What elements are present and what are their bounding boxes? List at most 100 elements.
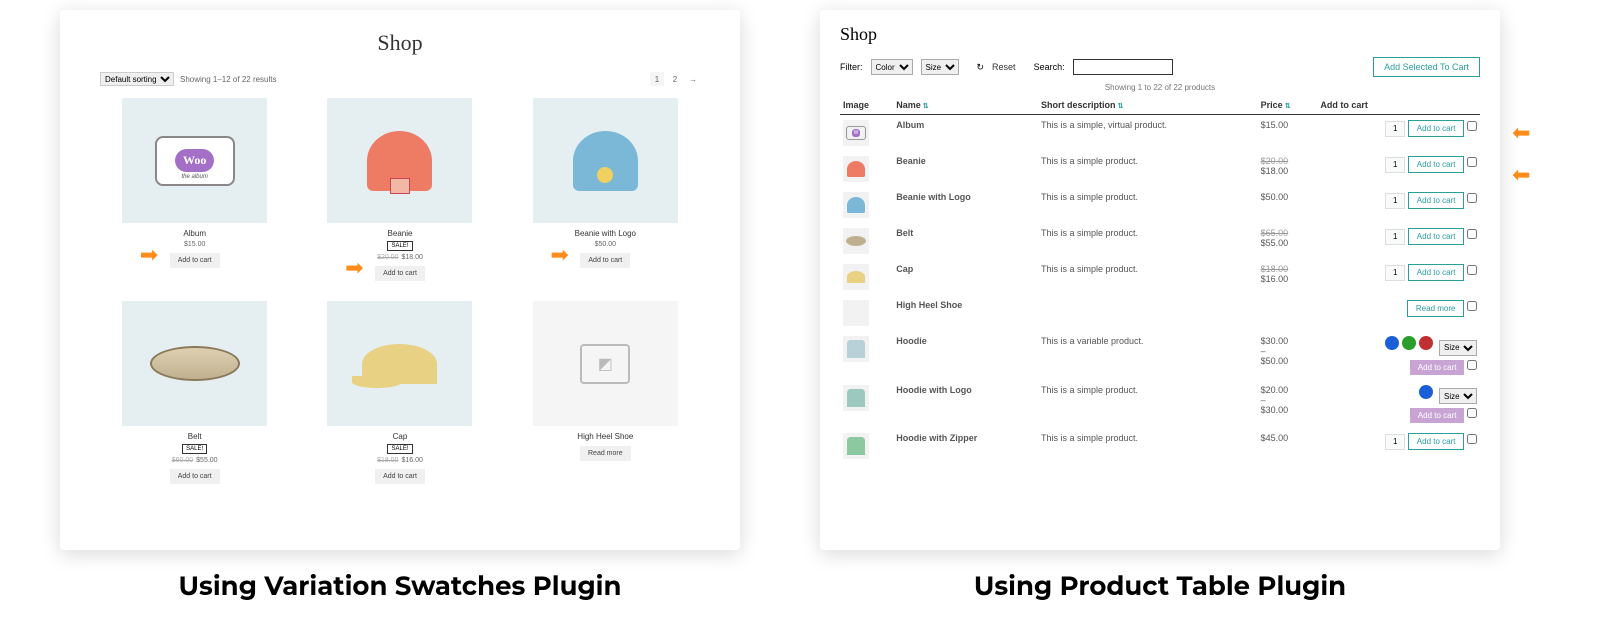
product-name: Beanie with Logo [575, 229, 636, 238]
reset-link[interactable]: Reset [992, 62, 1016, 72]
add-to-cart-button[interactable]: Add to cart [375, 469, 425, 484]
thumb-icon [843, 228, 869, 254]
sort-select[interactable]: Default sorting [100, 72, 174, 86]
product-card: Woothe album Album $15.00 ➡ Add to cart [100, 98, 289, 281]
product-price: $50.00 [595, 241, 616, 248]
add-to-cart-button[interactable]: Add to cart [1410, 360, 1465, 375]
table-row: BeanieThis is a simple product.$20.00$18… [840, 151, 1480, 187]
row-price: $18.00$16.00 [1258, 259, 1318, 295]
read-more-button[interactable]: Read more [580, 446, 631, 461]
add-to-cart-button[interactable]: Add to cart [375, 266, 425, 281]
product-card: Beanie with Logo $50.00 ➡ Add to cart [511, 98, 700, 281]
product-thumb[interactable] [533, 98, 678, 223]
add-to-cart-button[interactable]: Add to cart [1408, 156, 1465, 173]
row-actions: Size Add to cart [1317, 380, 1480, 429]
thumb-icon: W [843, 120, 869, 146]
row-price: $45.00 [1258, 428, 1318, 464]
row-actions: Add to cart [1317, 115, 1480, 152]
product-card: Belt SALE! $60.00$55.00 Add to cart [100, 301, 289, 484]
product-name: Album [183, 229, 206, 238]
product-thumb[interactable]: Woothe album [122, 98, 267, 223]
search-input[interactable] [1073, 59, 1173, 75]
add-to-cart-button[interactable]: Add to cart [170, 469, 220, 484]
product-thumb[interactable] [327, 301, 472, 426]
page-2[interactable]: 2 [668, 72, 682, 86]
row-actions: Add to cart [1317, 151, 1480, 187]
add-selected-button[interactable]: Add Selected To Cart [1373, 57, 1480, 77]
col-desc[interactable]: Short description⇅ [1038, 96, 1258, 115]
size-variant-select[interactable]: Size [1439, 340, 1477, 356]
add-to-cart-button[interactable]: Add to cart [580, 253, 630, 268]
caption-right: Using Product Table Plugin [820, 570, 1500, 602]
product-thumb[interactable] [122, 301, 267, 426]
row-actions: Size Add to cart [1317, 331, 1480, 380]
product-thumb[interactable] [327, 98, 472, 223]
row-name: Cap [893, 259, 1038, 295]
showing-text: Showing 1 to 22 of 22 products [840, 83, 1480, 92]
table-row: High Heel ShoeRead more [840, 295, 1480, 331]
size-select[interactable]: Size [921, 59, 959, 75]
swatch-blue[interactable] [1419, 385, 1433, 399]
qty-input[interactable] [1385, 265, 1405, 281]
table-row: Hoodie with LogoThis is a simple product… [840, 380, 1480, 429]
thumb-icon [843, 156, 869, 182]
color-select[interactable]: Color [871, 59, 913, 75]
row-name: Beanie with Logo [893, 187, 1038, 223]
row-checkbox[interactable] [1467, 157, 1477, 167]
row-desc [1038, 295, 1258, 331]
col-name[interactable]: Name⇅ [893, 96, 1038, 115]
table-row: BeltThis is a simple product.$65.00$55.0… [840, 223, 1480, 259]
table-row: WAlbumThis is a simple, virtual product.… [840, 115, 1480, 152]
row-actions: Add to cart [1317, 259, 1480, 295]
thumb-icon [843, 433, 869, 459]
arrow-icon: ➡ [345, 255, 363, 281]
sale-badge: SALE! [182, 444, 207, 454]
add-to-cart-button[interactable]: Add to cart [1408, 120, 1465, 137]
filter-label: Filter: [840, 62, 863, 72]
sale-badge: SALE! [387, 444, 412, 454]
row-desc: This is a simple product. [1038, 259, 1258, 295]
swatch-green[interactable] [1402, 336, 1416, 350]
page-next[interactable]: → [686, 72, 700, 86]
row-price: $30.00–$50.00 [1258, 331, 1318, 380]
add-to-cart-button[interactable]: Add to cart [1408, 264, 1465, 281]
col-price[interactable]: Price⇅ [1258, 96, 1318, 115]
add-to-cart-button[interactable]: Add to cart [1410, 408, 1465, 423]
row-checkbox[interactable] [1467, 360, 1477, 370]
row-name: Hoodie with Logo [893, 380, 1038, 429]
row-desc: This is a simple product. [1038, 187, 1258, 223]
product-name: Cap [393, 432, 408, 441]
sale-badge: SALE! [387, 241, 412, 251]
row-actions: Add to cart [1317, 187, 1480, 223]
qty-input[interactable] [1385, 157, 1405, 173]
row-checkbox[interactable] [1467, 229, 1477, 239]
row-desc: This is a simple, virtual product. [1038, 115, 1258, 152]
swatch-red[interactable] [1419, 336, 1433, 350]
read-more-button[interactable]: Read more [1407, 300, 1465, 317]
qty-input[interactable] [1385, 121, 1405, 137]
thumb-icon [843, 336, 869, 362]
row-checkbox[interactable] [1467, 408, 1477, 418]
swatch-blue[interactable] [1385, 336, 1399, 350]
row-checkbox[interactable] [1467, 265, 1477, 275]
qty-input[interactable] [1385, 229, 1405, 245]
row-checkbox[interactable] [1467, 434, 1477, 444]
row-checkbox[interactable] [1467, 193, 1477, 203]
size-variant-select[interactable]: Size [1439, 388, 1477, 404]
row-name: Belt [893, 223, 1038, 259]
product-thumb[interactable]: ◩ [533, 301, 678, 426]
product-card: Cap SALE! $18.00$16.00 Add to cart [305, 301, 494, 484]
qty-input[interactable] [1385, 193, 1405, 209]
add-to-cart-button[interactable]: Add to cart [170, 253, 220, 268]
qty-input[interactable] [1385, 434, 1405, 450]
table-row: CapThis is a simple product.$18.00$16.00… [840, 259, 1480, 295]
page-1[interactable]: 1 [650, 72, 664, 86]
add-to-cart-button[interactable]: Add to cart [1408, 192, 1465, 209]
row-price: $20.00$18.00 [1258, 151, 1318, 187]
add-to-cart-button[interactable]: Add to cart [1408, 433, 1465, 450]
row-price: $20.00–$30.00 [1258, 380, 1318, 429]
row-checkbox[interactable] [1467, 301, 1477, 311]
add-to-cart-button[interactable]: Add to cart [1408, 228, 1465, 245]
row-checkbox[interactable] [1467, 121, 1477, 131]
arrow-icon: ➡ [1512, 162, 1530, 188]
